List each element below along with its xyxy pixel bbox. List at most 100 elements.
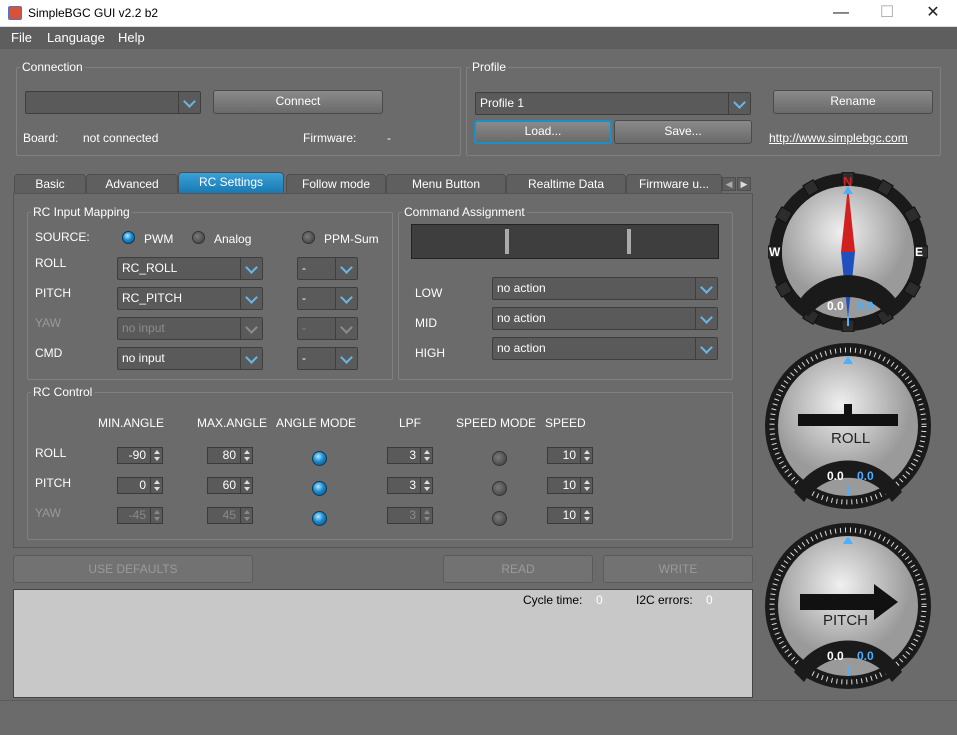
rc-control-row-label: YAW [35, 506, 61, 520]
roll-angle-mode-radio[interactable] [312, 451, 327, 466]
menu-language[interactable]: Language [47, 30, 105, 45]
maximize-button[interactable]: ☐ [864, 0, 910, 27]
pitch-speed-mode-radio[interactable] [492, 481, 507, 496]
roll-min-angle-spinner[interactable]: -90 [117, 447, 163, 464]
spinner-arrows-icon[interactable] [150, 448, 162, 463]
roll-speed-spinner[interactable]: 10 [547, 447, 593, 464]
compass-icon [767, 171, 929, 333]
menu-bar: File Language Help [0, 27, 957, 49]
roll-speed-mode-radio[interactable] [492, 451, 507, 466]
tab-rc-settings[interactable]: RC Settings [178, 172, 284, 194]
tab-advanced[interactable]: Advanced [86, 174, 178, 194]
pitch-max-angle-spinner[interactable]: 60 [207, 477, 253, 494]
profile-value: Profile 1 [480, 96, 525, 110]
command-high-value: no action [497, 341, 546, 355]
profile-select[interactable]: Profile 1 [475, 92, 751, 115]
command-low-select[interactable]: no action [492, 277, 718, 300]
command-mid-select[interactable]: no action [492, 307, 718, 330]
save-button[interactable]: Save... [614, 120, 752, 144]
minimize-button[interactable]: — [818, 0, 864, 27]
profile-title: Profile [470, 60, 509, 74]
rename-button[interactable]: Rename [773, 90, 933, 114]
pitch-gauge: PITCH 0.0 0.0 [764, 522, 932, 690]
cmd-extra-select[interactable]: - [297, 347, 358, 370]
spinner-arrows-icon [240, 508, 252, 523]
source-pwm-radio[interactable] [122, 231, 135, 244]
tab-basic[interactable]: Basic [14, 174, 86, 194]
yaw-speed-spinner[interactable]: 10 [547, 507, 593, 524]
yaw-input-select: no input [117, 317, 263, 340]
roll-max-angle-spinner[interactable]: 80 [207, 447, 253, 464]
high-threshold-marker[interactable] [627, 229, 631, 254]
pitch-angle-mode-radio[interactable] [312, 481, 327, 496]
low-threshold-marker[interactable] [505, 229, 509, 254]
pitch-extra-select[interactable]: - [297, 287, 358, 310]
pitch-min-angle-spinner[interactable]: 0 [117, 477, 163, 494]
yaw-angle-mode-radio[interactable] [312, 511, 327, 526]
spinner-arrows-icon[interactable] [580, 448, 592, 463]
menu-help[interactable]: Help [118, 30, 145, 45]
source-ppm-radio[interactable] [302, 231, 315, 244]
pitch-lpf-spinner[interactable]: 3 [387, 477, 433, 494]
website-link[interactable]: http://www.simplebgc.com [769, 131, 908, 145]
pitch-speed-spinner[interactable]: 10 [547, 477, 593, 494]
chevron-down-icon [240, 288, 262, 309]
tab-scroll-left-icon[interactable]: ◀ [722, 177, 736, 191]
roll-extra-select[interactable]: - [297, 257, 358, 280]
i2c-errors-label: I2C errors: [636, 593, 693, 607]
spinner-arrows-icon[interactable] [580, 478, 592, 493]
yaw-input-value: no input [122, 321, 165, 335]
roll-lpf-spinner[interactable]: 3 [387, 447, 433, 464]
yaw-speed-mode-radio[interactable] [492, 511, 507, 526]
connect-button[interactable]: Connect [213, 90, 383, 114]
use-defaults-button[interactable]: USE DEFAULTS [13, 555, 253, 583]
command-low-label: LOW [415, 286, 443, 300]
spinner-arrows-icon[interactable] [580, 508, 592, 523]
rc-row-label: YAW [35, 316, 61, 330]
roll-value-2: 0.0 [857, 469, 874, 483]
tab-firmware-update[interactable]: Firmware u... [626, 174, 722, 194]
chevron-down-icon [695, 338, 717, 359]
pitch-dial-icon [765, 523, 931, 689]
spinner-arrows-icon [420, 508, 432, 523]
load-button[interactable]: Load... [474, 120, 612, 144]
spinner-arrows-icon[interactable] [150, 478, 162, 493]
tab-follow-mode[interactable]: Follow mode [286, 174, 386, 194]
spinner-arrows-icon[interactable] [420, 478, 432, 493]
header-speed-mode: SPEED MODE [456, 416, 537, 430]
tab-menu-button[interactable]: Menu Button [386, 174, 506, 194]
yaw-gauge: N W E 0.0 0.0 [767, 171, 929, 333]
rc-row-label: ROLL [35, 256, 67, 270]
spinner-arrows-icon[interactable] [240, 478, 252, 493]
yaw-indicator-tick [847, 316, 849, 326]
chevron-down-icon [695, 278, 717, 299]
pitch-input-select[interactable]: RC_PITCH [117, 287, 263, 310]
tab-realtime-data[interactable]: Realtime Data [506, 174, 626, 194]
read-button[interactable]: READ [443, 555, 593, 583]
cmd-input-select[interactable]: no input [117, 347, 263, 370]
window-title: SimpleBGC GUI v2.2 b2 [28, 6, 159, 20]
menu-file[interactable]: File [11, 30, 32, 45]
command-high-label: HIGH [415, 346, 445, 360]
chevron-down-icon [178, 92, 200, 113]
cycle-time-value: 0 [596, 593, 603, 607]
spinner-arrows-icon[interactable] [240, 448, 252, 463]
connection-title: Connection [20, 60, 85, 74]
chevron-down-icon [695, 308, 717, 329]
pitch-value-2: 0.0 [857, 649, 874, 663]
rc-row-label: CMD [35, 346, 63, 360]
command-high-select[interactable]: no action [492, 337, 718, 360]
source-analog-radio[interactable] [192, 231, 205, 244]
port-select[interactable] [25, 91, 201, 114]
close-button[interactable]: ✕ [910, 0, 956, 27]
status-bar [0, 700, 957, 735]
roll-input-select[interactable]: RC_ROLL [117, 257, 263, 280]
pitch-indicator-tick [847, 666, 849, 676]
rc-control-row-label: PITCH [35, 476, 71, 490]
roll-max-angle-value: 80 [222, 448, 236, 462]
write-button[interactable]: WRITE [603, 555, 753, 583]
spinner-arrows-icon[interactable] [420, 448, 432, 463]
app-icon [8, 6, 22, 20]
tab-scroll-right-icon[interactable]: ▶ [737, 177, 751, 191]
chevron-down-icon [335, 348, 357, 369]
